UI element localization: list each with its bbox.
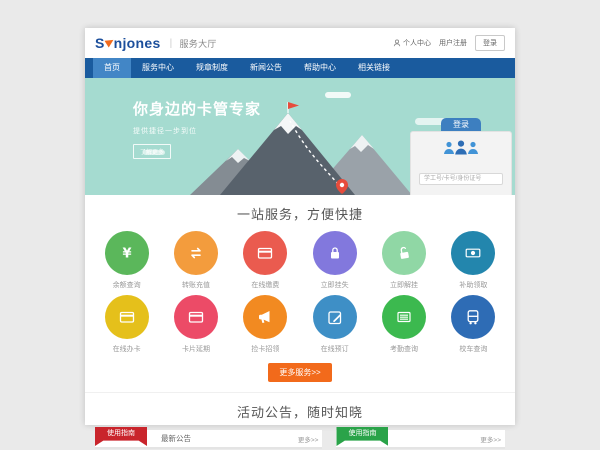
logo[interactable]: S njones | 服务大厅 — [95, 35, 217, 51]
card-icon — [174, 295, 218, 339]
banknote-icon — [451, 231, 495, 275]
service-label: 校车查询 — [439, 344, 508, 354]
announcement-bar-left: 使用指南 最新公告 更多>> — [95, 430, 322, 449]
more-link-left[interactable]: 更多>> — [298, 434, 319, 444]
yen-icon: ¥ — [105, 231, 149, 275]
more-services-button[interactable]: 更多服务>> — [268, 363, 331, 382]
service-label: 补助领取 — [439, 280, 508, 290]
service-report-loss[interactable]: 立即挂失 — [300, 231, 369, 290]
register-label: 用户注册 — [439, 38, 467, 48]
bus-icon — [451, 295, 495, 339]
card-icon — [243, 231, 287, 275]
lock-icon — [313, 231, 357, 275]
nav-item-home[interactable]: 首页 — [93, 58, 131, 78]
users-group-icon — [419, 139, 503, 161]
nav-item-rules[interactable]: 规章制度 — [185, 58, 239, 78]
user-icon — [393, 39, 401, 47]
site-frame: S njones | 服务大厅 个人中心 用户注册 登录 首页 服务中心 规章制… — [85, 28, 515, 425]
service-label: 考勤查询 — [369, 344, 438, 354]
unlock-icon — [382, 231, 426, 275]
services-section: 一站服务，方便快捷 ¥ 余额查询 转账充值 在线缴费 — [85, 195, 515, 382]
login-tab[interactable]: 登录 — [441, 118, 481, 131]
service-transfer-recharge[interactable]: 转账充值 — [161, 231, 230, 290]
announcements-section: 活动公告，随时知晓 使用指南 最新公告 更多>> 使用指南 更多>> — [85, 392, 515, 450]
login-card: 记住用户名 忘记密码 CYJP 换一张 登录 — [410, 131, 512, 195]
nav-item-news[interactable]: 新闻公告 — [239, 58, 293, 78]
announcement-bars: 使用指南 最新公告 更多>> 使用指南 更多>> — [95, 430, 505, 449]
services-title: 一站服务，方便快捷 — [85, 204, 515, 223]
service-online-booking[interactable]: 在线预订 — [300, 295, 369, 354]
megaphone-icon — [243, 295, 287, 339]
personal-center-label: 个人中心 — [403, 38, 431, 48]
service-online-payment[interactable]: 在线缴费 — [231, 231, 300, 290]
announcement-bar-right: 使用指南 更多>> — [336, 430, 505, 449]
svg-text:¥: ¥ — [122, 247, 131, 262]
attendance-icon — [382, 295, 426, 339]
username-input[interactable] — [419, 173, 503, 185]
tab-latest-news[interactable]: 最新公告 — [161, 433, 191, 444]
personal-center-link[interactable]: 个人中心 — [393, 38, 431, 48]
service-label: 余额查询 — [92, 280, 161, 290]
main-nav: 首页 服务中心 规章制度 新闻公告 帮助中心 相关链接 — [85, 58, 515, 78]
hero-cta-button[interactable]: 了解更多 — [133, 144, 171, 159]
hero-subtitle: 提供捷径一步到位 — [133, 126, 261, 136]
header-links: 个人中心 用户注册 登录 — [393, 35, 505, 51]
hero-copy: 你身边的卡管专家 提供捷径一步到位 了解更多 — [133, 98, 261, 159]
header: S njones | 服务大厅 个人中心 用户注册 登录 — [85, 28, 515, 58]
service-label: 在线缴费 — [231, 280, 300, 290]
tab-usage-guide[interactable]: 使用指南 — [95, 427, 147, 446]
service-label: 立即挂失 — [300, 280, 369, 290]
site-name: 服务大厅 — [179, 37, 216, 50]
service-cancel-loss[interactable]: 立即解挂 — [369, 231, 438, 290]
service-card-extension[interactable]: 卡片延期 — [161, 295, 230, 354]
announcements-title: 活动公告，随时知晓 — [95, 402, 505, 421]
service-subsidy-collect[interactable]: 补助领取 — [439, 231, 508, 290]
service-label: 捡卡招领 — [231, 344, 300, 354]
header-login-button[interactable]: 登录 — [475, 35, 505, 51]
tab-usage-guide[interactable]: 使用指南 — [336, 427, 388, 446]
service-found-card-claim[interactable]: 捡卡招领 — [231, 295, 300, 354]
more-link-right[interactable]: 更多>> — [480, 434, 501, 444]
service-label: 在线办卡 — [92, 344, 161, 354]
nav-item-help[interactable]: 帮助中心 — [293, 58, 347, 78]
login-panel: 登录 记住用户名 — [410, 118, 512, 195]
nav-item-service-center[interactable]: 服务中心 — [131, 58, 185, 78]
service-label: 转账充值 — [161, 280, 230, 290]
edit-icon — [313, 295, 357, 339]
services-grid: ¥ 余额查询 转账充值 在线缴费 立即挂失 — [92, 231, 508, 354]
logo-divider: | — [170, 38, 173, 49]
service-label: 立即解挂 — [369, 280, 438, 290]
service-balance-inquiry[interactable]: ¥ 余额查询 — [92, 231, 161, 290]
logo-text-s: S — [95, 35, 105, 51]
transfer-icon — [174, 231, 218, 275]
service-school-bus-inquiry[interactable]: 校车查询 — [439, 295, 508, 354]
service-label: 卡片延期 — [161, 344, 230, 354]
nav-item-links[interactable]: 相关链接 — [347, 58, 401, 78]
hero-title: 你身边的卡管专家 — [133, 98, 261, 119]
service-online-card-apply[interactable]: 在线办卡 — [92, 295, 161, 354]
register-link[interactable]: 用户注册 — [439, 38, 467, 48]
logo-text-rest: njones — [114, 35, 161, 51]
service-label: 在线预订 — [300, 344, 369, 354]
hero-banner: 你身边的卡管专家 提供捷径一步到位 了解更多 登录 — [85, 78, 515, 195]
service-attendance-inquiry[interactable]: 考勤查询 — [369, 295, 438, 354]
card-icon — [105, 295, 149, 339]
